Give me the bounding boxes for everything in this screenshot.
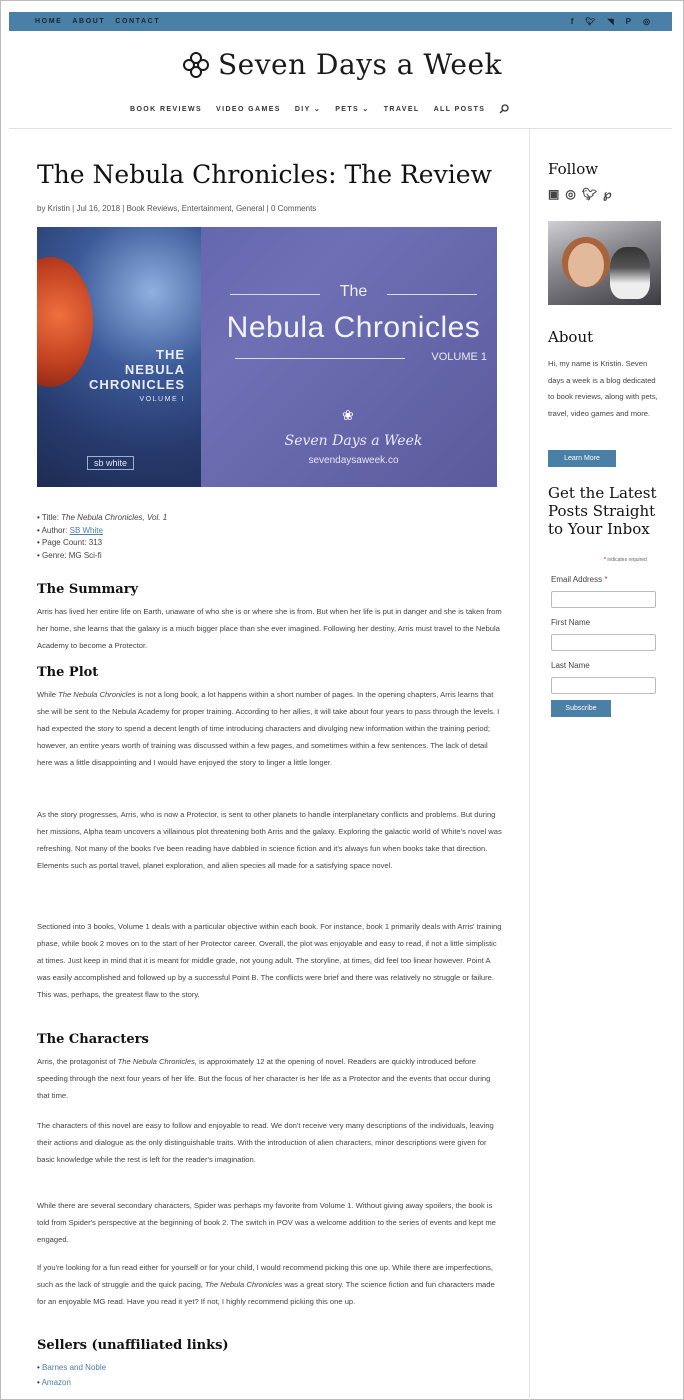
characters-paragraph-4: If you're looking for a fun read either … xyxy=(37,1259,503,1310)
banner-brand: Seven Days a Week xyxy=(284,433,423,449)
photo-face xyxy=(568,243,604,287)
instagram-icon[interactable]: ◎ xyxy=(643,17,650,26)
cover-volume: VOLUME I xyxy=(139,396,185,403)
last-name-label: Last Name xyxy=(551,661,590,670)
fact-title: Title: The Nebula Chronicles, Vol. 1 xyxy=(37,512,167,525)
planet-graphic xyxy=(37,257,93,387)
post-categories[interactable]: Book Reviews, Entertainment, General xyxy=(127,204,265,213)
last-name-field[interactable] xyxy=(551,677,656,694)
sellers-heading: Sellers (unaffiliated links) xyxy=(37,1338,229,1353)
book-title-italic: The Nebula Chronicles, xyxy=(117,1057,197,1066)
cover-title-line: NEBULA xyxy=(124,362,185,377)
seller-link-barnes[interactable]: Barnes and Noble xyxy=(37,1360,106,1375)
cover-title-line: CHRONICLES xyxy=(89,377,185,392)
post-meta: by Kristin | Jul 16, 2018 | Book Reviews… xyxy=(37,204,317,213)
flower-logo-icon xyxy=(182,51,209,78)
seller-link-amazon[interactable]: Amazon xyxy=(37,1375,106,1390)
fact-pages: Page Count: 313 xyxy=(37,537,167,550)
nav-travel[interactable]: TRAVEL xyxy=(384,106,420,113)
flower-logo-icon: ❀ xyxy=(342,407,354,423)
nav-video-games[interactable]: VIDEO GAMES xyxy=(216,106,281,113)
book-title-italic: The Nebula Chronicles xyxy=(58,690,136,699)
book-facts: Title: The Nebula Chronicles, Vol. 1 Aut… xyxy=(37,512,168,563)
top-bar: HOME ABOUT CONTACT f 🐦︎ ◥ P ◎ xyxy=(9,12,672,31)
first-name-label: First Name xyxy=(551,618,591,627)
text: Arris, the protagonist of xyxy=(37,1057,118,1066)
required-note-text: indicates required xyxy=(607,557,647,563)
fact-author: Author: SB White xyxy=(37,525,167,538)
learn-more-button[interactable]: Learn More xyxy=(548,450,616,467)
banner-book-name: Nebula Chronicles xyxy=(226,311,481,344)
facebook-icon[interactable]: f xyxy=(571,17,574,26)
banner-url: sevendaysaweek.co xyxy=(308,455,399,466)
book-cover: THE NEBULA CHRONICLES VOLUME I sb white xyxy=(37,227,201,487)
search-icon[interactable] xyxy=(499,104,509,114)
banner-the: The xyxy=(210,283,497,301)
pinterest-icon[interactable]: P xyxy=(626,17,631,26)
pinterest-icon[interactable]: ℘ xyxy=(603,187,611,201)
main-nav: BOOK REVIEWS VIDEO GAMES DIY ⌄ PETS ⌄ TR… xyxy=(130,104,509,114)
top-nav-about[interactable]: ABOUT xyxy=(72,18,105,25)
facebook-icon[interactable]: ▣ xyxy=(548,187,559,201)
fact-label: Title: xyxy=(41,513,62,522)
profile-photo xyxy=(548,221,661,305)
summary-text: Arris has lived her entire life on Earth… xyxy=(37,607,502,650)
nav-pets[interactable]: PETS ⌄ xyxy=(335,105,370,113)
nav-book-reviews[interactable]: BOOK REVIEWS xyxy=(130,106,202,113)
follow-icons: ▣ ◎ 🐦︎ ℘ xyxy=(548,187,611,201)
nav-all-posts[interactable]: ALL POSTS xyxy=(434,106,486,113)
photo-dog xyxy=(610,247,650,299)
email-label-text: Email Address xyxy=(551,575,605,584)
header-divider xyxy=(9,128,672,129)
instagram-icon[interactable]: ◎ xyxy=(565,187,575,201)
text: is not a long book, a lot happens within… xyxy=(37,690,500,767)
characters-heading: The Characters xyxy=(37,1032,149,1047)
fact-label: Author: xyxy=(41,525,70,535)
characters-paragraph-1: Arris, the protagonist of The Nebula Chr… xyxy=(37,1053,503,1104)
top-nav-contact[interactable]: CONTACT xyxy=(115,18,160,25)
characters-paragraph-2: The characters of this novel are easy to… xyxy=(37,1121,494,1164)
required-note: * indicates required xyxy=(604,557,647,563)
plot-paragraph-3: Sectioned into 3 books, Volume 1 deals w… xyxy=(37,922,502,999)
nav-diy[interactable]: DIY ⌄ xyxy=(295,105,321,113)
plot-paragraph-1: While The Nebula Chronicles is not a lon… xyxy=(37,686,503,771)
sidebar-divider xyxy=(529,129,530,1400)
twitter-icon[interactable]: 🐦︎ xyxy=(582,187,597,201)
top-social: f 🐦︎ ◥ P ◎ xyxy=(571,12,650,31)
post-date: Jul 16, 2018 xyxy=(76,204,121,213)
book-title-italic: The Nebula Chronicles xyxy=(205,1280,283,1289)
top-nav-home[interactable]: HOME xyxy=(35,18,62,25)
fact-genre: Genre: MG Sci-fi xyxy=(37,550,167,563)
cover-author: sb white xyxy=(87,456,135,470)
site-title: Seven Days a Week xyxy=(217,48,502,81)
cover-title-line: THE xyxy=(156,347,185,362)
sellers-list: Barnes and Noble Amazon xyxy=(37,1360,106,1390)
newsletter-heading: Get the Latest Posts Straight to Your In… xyxy=(548,484,657,538)
about-text: Hi, my name is Kristin. Seven days a wee… xyxy=(548,359,658,418)
fact-value: The Nebula Chronicles, Vol. 1 xyxy=(61,513,168,522)
email-label: Email Address * xyxy=(551,575,608,584)
banner-volume: VOLUME 1 xyxy=(217,351,487,363)
text: While xyxy=(37,690,59,699)
email-field[interactable] xyxy=(551,591,656,608)
cover-title: THE NEBULA CHRONICLES VOLUME I xyxy=(89,347,185,407)
summary-heading: The Summary xyxy=(37,582,139,597)
featured-image: THE NEBULA CHRONICLES VOLUME I sb white … xyxy=(37,227,497,487)
first-name-field[interactable] xyxy=(551,634,656,651)
about-heading: About xyxy=(548,328,594,346)
author-link[interactable]: SB White xyxy=(70,526,103,535)
post-title: The Nebula Chronicles: The Review xyxy=(37,160,492,189)
top-nav: HOME ABOUT CONTACT xyxy=(35,12,160,31)
plot-paragraph-2: As the story progresses, Arris, who is n… xyxy=(37,810,502,870)
post-author[interactable]: by Kristin xyxy=(37,204,70,213)
rss-icon[interactable]: ◥ xyxy=(608,17,614,26)
subscribe-button[interactable]: Subscribe xyxy=(551,700,611,717)
characters-paragraph-3: While there are several secondary charac… xyxy=(37,1201,496,1244)
twitter-icon[interactable]: 🐦︎ xyxy=(585,17,595,26)
post-comments[interactable]: 0 Comments xyxy=(271,204,316,213)
site-logo[interactable]: Seven Days a Week xyxy=(0,48,684,84)
follow-heading: Follow xyxy=(548,160,599,178)
plot-heading: The Plot xyxy=(37,665,99,680)
